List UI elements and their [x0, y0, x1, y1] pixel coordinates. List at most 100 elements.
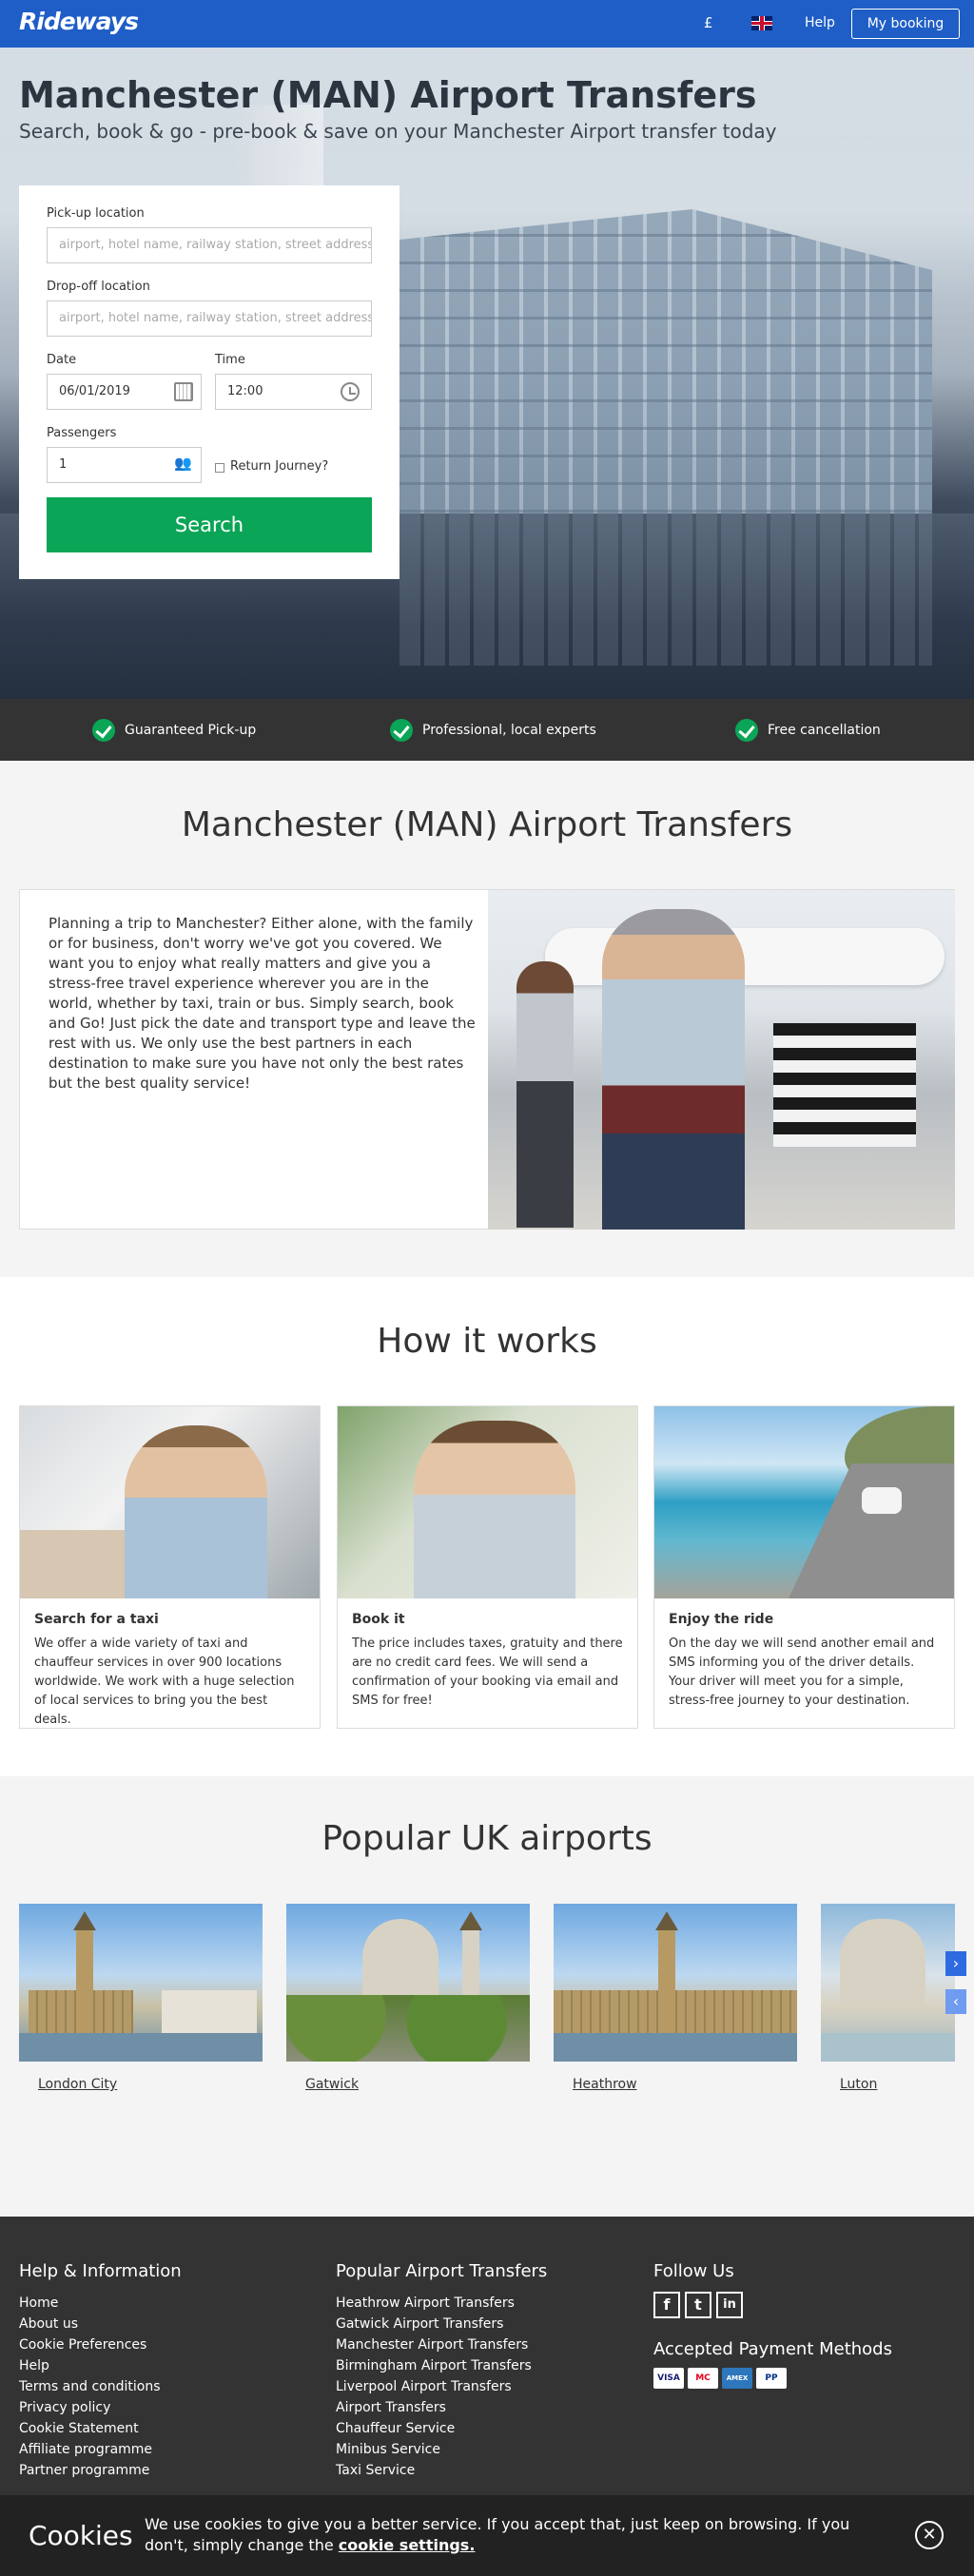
- airport-tile-london-city[interactable]: [19, 1904, 263, 2062]
- cookie-banner: Cookies We use cookies to give you a bet…: [0, 2495, 974, 2576]
- dropoff-label: Drop-off location: [47, 280, 150, 294]
- how-step-title: Enjoy the ride: [669, 1612, 774, 1627]
- checkmark-icon: [92, 719, 115, 742]
- footer-link[interactable]: Cookie Statement: [19, 2418, 161, 2439]
- footer-link[interactable]: Chauffeur Service: [336, 2418, 532, 2439]
- footer-link[interactable]: Help: [19, 2355, 161, 2376]
- airport-tile-luton[interactable]: [821, 1904, 955, 2062]
- time-value: 12:00: [227, 384, 263, 398]
- carousel-prev-button[interactable]: ‹: [945, 1989, 966, 2014]
- passengers-icon: 👥: [174, 455, 192, 472]
- man-with-phone-photo: [338, 1406, 637, 1598]
- pickup-label: Pick-up location: [47, 206, 145, 221]
- footer-link[interactable]: Taxi Service: [336, 2460, 532, 2481]
- checkmark-icon: [735, 719, 758, 742]
- footer-link[interactable]: Airport Transfers: [336, 2397, 532, 2418]
- footer-link[interactable]: About us: [19, 2314, 161, 2334]
- return-journey-label[interactable]: Return Journey?: [230, 459, 328, 474]
- cookie-text: We use cookies to give you a better serv…: [145, 2514, 886, 2556]
- cookie-settings-link[interactable]: cookie settings.: [339, 2536, 476, 2554]
- how-step-text: The price includes taxes, gratuity and t…: [352, 1637, 623, 1708]
- footer-link[interactable]: Terms and conditions: [19, 2376, 161, 2397]
- footer-link[interactable]: Liverpool Airport Transfers: [336, 2376, 532, 2397]
- how-step-title: Book it: [352, 1612, 405, 1627]
- how-step-card: Book it The price includes taxes, gratui…: [337, 1405, 638, 1729]
- footer-link[interactable]: Manchester Airport Transfers: [336, 2334, 532, 2355]
- footer-help-links: Home About us Cookie Preferences Help Te…: [19, 2293, 161, 2481]
- footer-link[interactable]: Affiliate programme: [19, 2439, 161, 2460]
- facebook-icon[interactable]: f: [653, 2292, 680, 2318]
- pickup-input[interactable]: airport, hotel name, railway station, st…: [47, 227, 372, 263]
- date-value: 06/01/2019: [59, 384, 130, 398]
- footer-help-title: Help & Information: [19, 2261, 182, 2281]
- usp-label: Free cancellation: [768, 723, 881, 738]
- how-step-card: Search for a taxi We offer a wide variet…: [19, 1405, 321, 1729]
- usp-item: Free cancellation: [735, 719, 881, 742]
- footer-link[interactable]: Cookie Preferences: [19, 2334, 161, 2355]
- coastal-road-photo: [654, 1406, 954, 1598]
- page-subtitle: Search, book & go - pre-book & save on y…: [19, 120, 777, 143]
- twitter-icon[interactable]: t: [685, 2292, 711, 2318]
- rideways-logo[interactable]: Rideways: [19, 8, 139, 35]
- intro-text: Planning a trip to Manchester? Either al…: [49, 915, 476, 1092]
- cookie-title: Cookies: [29, 2520, 133, 2551]
- airports-title: Popular UK airports: [321, 1819, 653, 1858]
- page-title: Manchester (MAN) Airport Transfers: [19, 74, 757, 116]
- usp-label: Guaranteed Pick-up: [125, 723, 257, 738]
- cookie-message: We use cookies to give you a better serv…: [145, 2515, 850, 2554]
- passengers-label: Passengers: [47, 426, 117, 440]
- airport-tile-heathrow[interactable]: [554, 1904, 797, 2062]
- my-booking-button[interactable]: My booking: [851, 9, 960, 39]
- footer-link[interactable]: Heathrow Airport Transfers: [336, 2293, 532, 2314]
- date-label: Date: [47, 353, 77, 367]
- paypal-icon: PP: [756, 2368, 787, 2389]
- mastercard-icon: MC: [688, 2368, 718, 2389]
- usp-bar: Guaranteed Pick-up Professional, local e…: [0, 699, 974, 761]
- how-it-works-title: How it works: [377, 1322, 597, 1361]
- close-icon[interactable]: ✕: [915, 2521, 944, 2549]
- calendar-icon[interactable]: [174, 382, 193, 401]
- airport-link-luton[interactable]: Luton: [840, 2077, 877, 2092]
- usp-label: Professional, local experts: [422, 723, 596, 738]
- search-button[interactable]: Search: [47, 497, 372, 552]
- uk-flag-icon[interactable]: [751, 16, 772, 30]
- intro-title: Manchester (MAN) Airport Transfers: [181, 805, 793, 844]
- footer-link[interactable]: Minibus Service: [336, 2439, 532, 2460]
- footer-payments-title: Accepted Payment Methods: [653, 2339, 892, 2359]
- top-navbar: Rideways £ Help My booking: [0, 0, 974, 48]
- how-step-card: Enjoy the ride On the day we will send a…: [653, 1405, 955, 1729]
- footer-link[interactable]: Privacy policy: [19, 2397, 161, 2418]
- man-at-laptop-photo: [20, 1406, 320, 1598]
- passengers-value: 1: [59, 457, 68, 472]
- how-step-text: On the day we will send another email an…: [669, 1637, 935, 1708]
- visa-icon: VISA: [653, 2368, 684, 2389]
- linkedin-icon[interactable]: in: [716, 2292, 743, 2318]
- search-form: Pick-up location airport, hotel name, ra…: [19, 185, 399, 579]
- usp-item: Professional, local experts: [390, 719, 596, 742]
- footer-follow-title: Follow Us: [653, 2261, 734, 2281]
- how-step-text: We offer a wide variety of taxi and chau…: [34, 1637, 295, 1727]
- airport-link-london-city[interactable]: London City: [38, 2077, 117, 2092]
- checkmark-icon: [390, 719, 413, 742]
- carousel-next-button[interactable]: ›: [945, 1951, 966, 1976]
- footer-link[interactable]: Birmingham Airport Transfers: [336, 2355, 532, 2376]
- return-journey-checkbox[interactable]: [215, 463, 224, 473]
- footer-popular-title: Popular Airport Transfers: [336, 2261, 548, 2281]
- usp-item: Guaranteed Pick-up: [92, 719, 256, 742]
- help-link[interactable]: Help: [805, 15, 835, 30]
- time-label: Time: [215, 353, 245, 367]
- travellers-photo: [488, 890, 955, 1230]
- intro-card: Planning a trip to Manchester? Either al…: [19, 889, 955, 1230]
- how-step-title: Search for a taxi: [34, 1612, 159, 1627]
- dropoff-input[interactable]: airport, hotel name, railway station, st…: [47, 300, 372, 337]
- clock-icon[interactable]: [341, 382, 360, 401]
- footer-link[interactable]: Gatwick Airport Transfers: [336, 2314, 532, 2334]
- airport-link-gatwick[interactable]: Gatwick: [305, 2077, 359, 2092]
- footer-link[interactable]: Partner programme: [19, 2460, 161, 2481]
- footer-link[interactable]: Home: [19, 2293, 161, 2314]
- footer-popular-links: Heathrow Airport Transfers Gatwick Airpo…: [336, 2293, 532, 2481]
- amex-icon: AMEX: [722, 2368, 752, 2389]
- airport-link-heathrow[interactable]: Heathrow: [573, 2077, 637, 2092]
- airport-tile-gatwick[interactable]: [286, 1904, 530, 2062]
- currency-selector[interactable]: £: [704, 14, 713, 31]
